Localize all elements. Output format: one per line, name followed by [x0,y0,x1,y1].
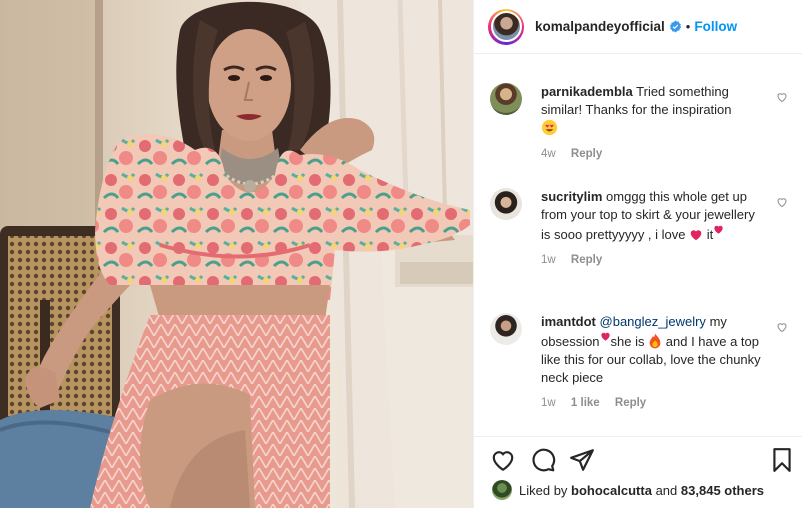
red-heart-emoji-icon [690,230,702,241]
comment-time[interactable]: 4w [541,148,556,160]
reply-button[interactable]: Reply [571,254,602,266]
comment-likes-count[interactable]: 1 like [571,397,600,409]
commenter-avatar[interactable] [490,83,522,115]
liker-avatar[interactable] [492,480,512,500]
comment-body: parnikadembla Tried something similar! T… [541,83,762,138]
header-separator: • [685,19,691,34]
commenter-avatar[interactable] [490,188,522,220]
likes-prefix: Liked by [519,482,568,498]
comment-time[interactable]: 1w [541,397,556,409]
save-bookmark-icon[interactable] [769,447,795,473]
comment-bubble-icon[interactable] [530,447,556,473]
likes-middle: and [655,482,678,498]
comment-time[interactable]: 1w [541,254,556,266]
red-heart-small-emoji-icon [600,332,610,341]
comment-username[interactable]: imantdot [541,314,596,329]
post-viewer: komalpandeyofficial • Follow parnikademb… [0,0,802,508]
post-actions-bar [474,436,802,475]
likes-summary: Liked by bohocalcutta and 83,845 others [492,480,764,500]
comment-meta: 4w Reply [541,148,788,160]
liker-username[interactable]: bohocalcutta [571,483,652,498]
like-comment-heart-icon[interactable] [776,91,788,103]
likes-others-count[interactable]: 83,845 others [681,483,764,498]
comment-item: imantdot @banglez_jewelry my obsession s… [490,313,788,409]
comment-body: sucritylim omggg this whole get up from … [541,188,762,244]
like-heart-icon[interactable] [490,447,516,473]
comments-list[interactable]: parnikadembla Tried something similar! T… [474,55,802,435]
verified-badge-icon [669,20,681,33]
author-avatar-image [490,11,522,42]
red-heart-small-emoji-icon [714,225,723,234]
like-comment-heart-icon[interactable] [776,321,788,333]
comments-panel: komalpandeyofficial • Follow parnikademb… [473,0,802,508]
reply-button[interactable]: Reply [615,397,646,409]
heart-eyes-emoji-icon [541,119,558,136]
post-image[interactable] [0,0,473,508]
post-header: komalpandeyofficial • Follow [474,0,802,54]
comment-meta: 1w Reply [541,254,788,266]
reply-button[interactable]: Reply [571,148,602,160]
follow-button[interactable]: Follow [694,19,737,34]
comment-username[interactable]: sucritylim [541,189,602,204]
author-avatar[interactable] [488,8,524,45]
commenter-avatar[interactable] [490,313,522,345]
share-paper-plane-icon[interactable] [569,447,595,473]
fire-emoji-icon [649,333,661,349]
author-username[interactable]: komalpandeyofficial [535,19,665,34]
comment-item: sucritylim omggg this whole get up from … [490,188,788,266]
comment-text: she is [610,334,645,349]
comment-body: imantdot @banglez_jewelry my obsession s… [541,313,762,387]
comment-username[interactable]: parnikadembla [541,84,633,99]
post-photo-illustration [0,0,473,508]
comment-meta: 1w 1 like Reply [541,397,788,409]
comment-item: parnikadembla Tried something similar! T… [490,83,788,160]
like-comment-heart-icon[interactable] [776,196,788,208]
comment-mention-link[interactable]: @banglez_jewelry [600,314,706,329]
